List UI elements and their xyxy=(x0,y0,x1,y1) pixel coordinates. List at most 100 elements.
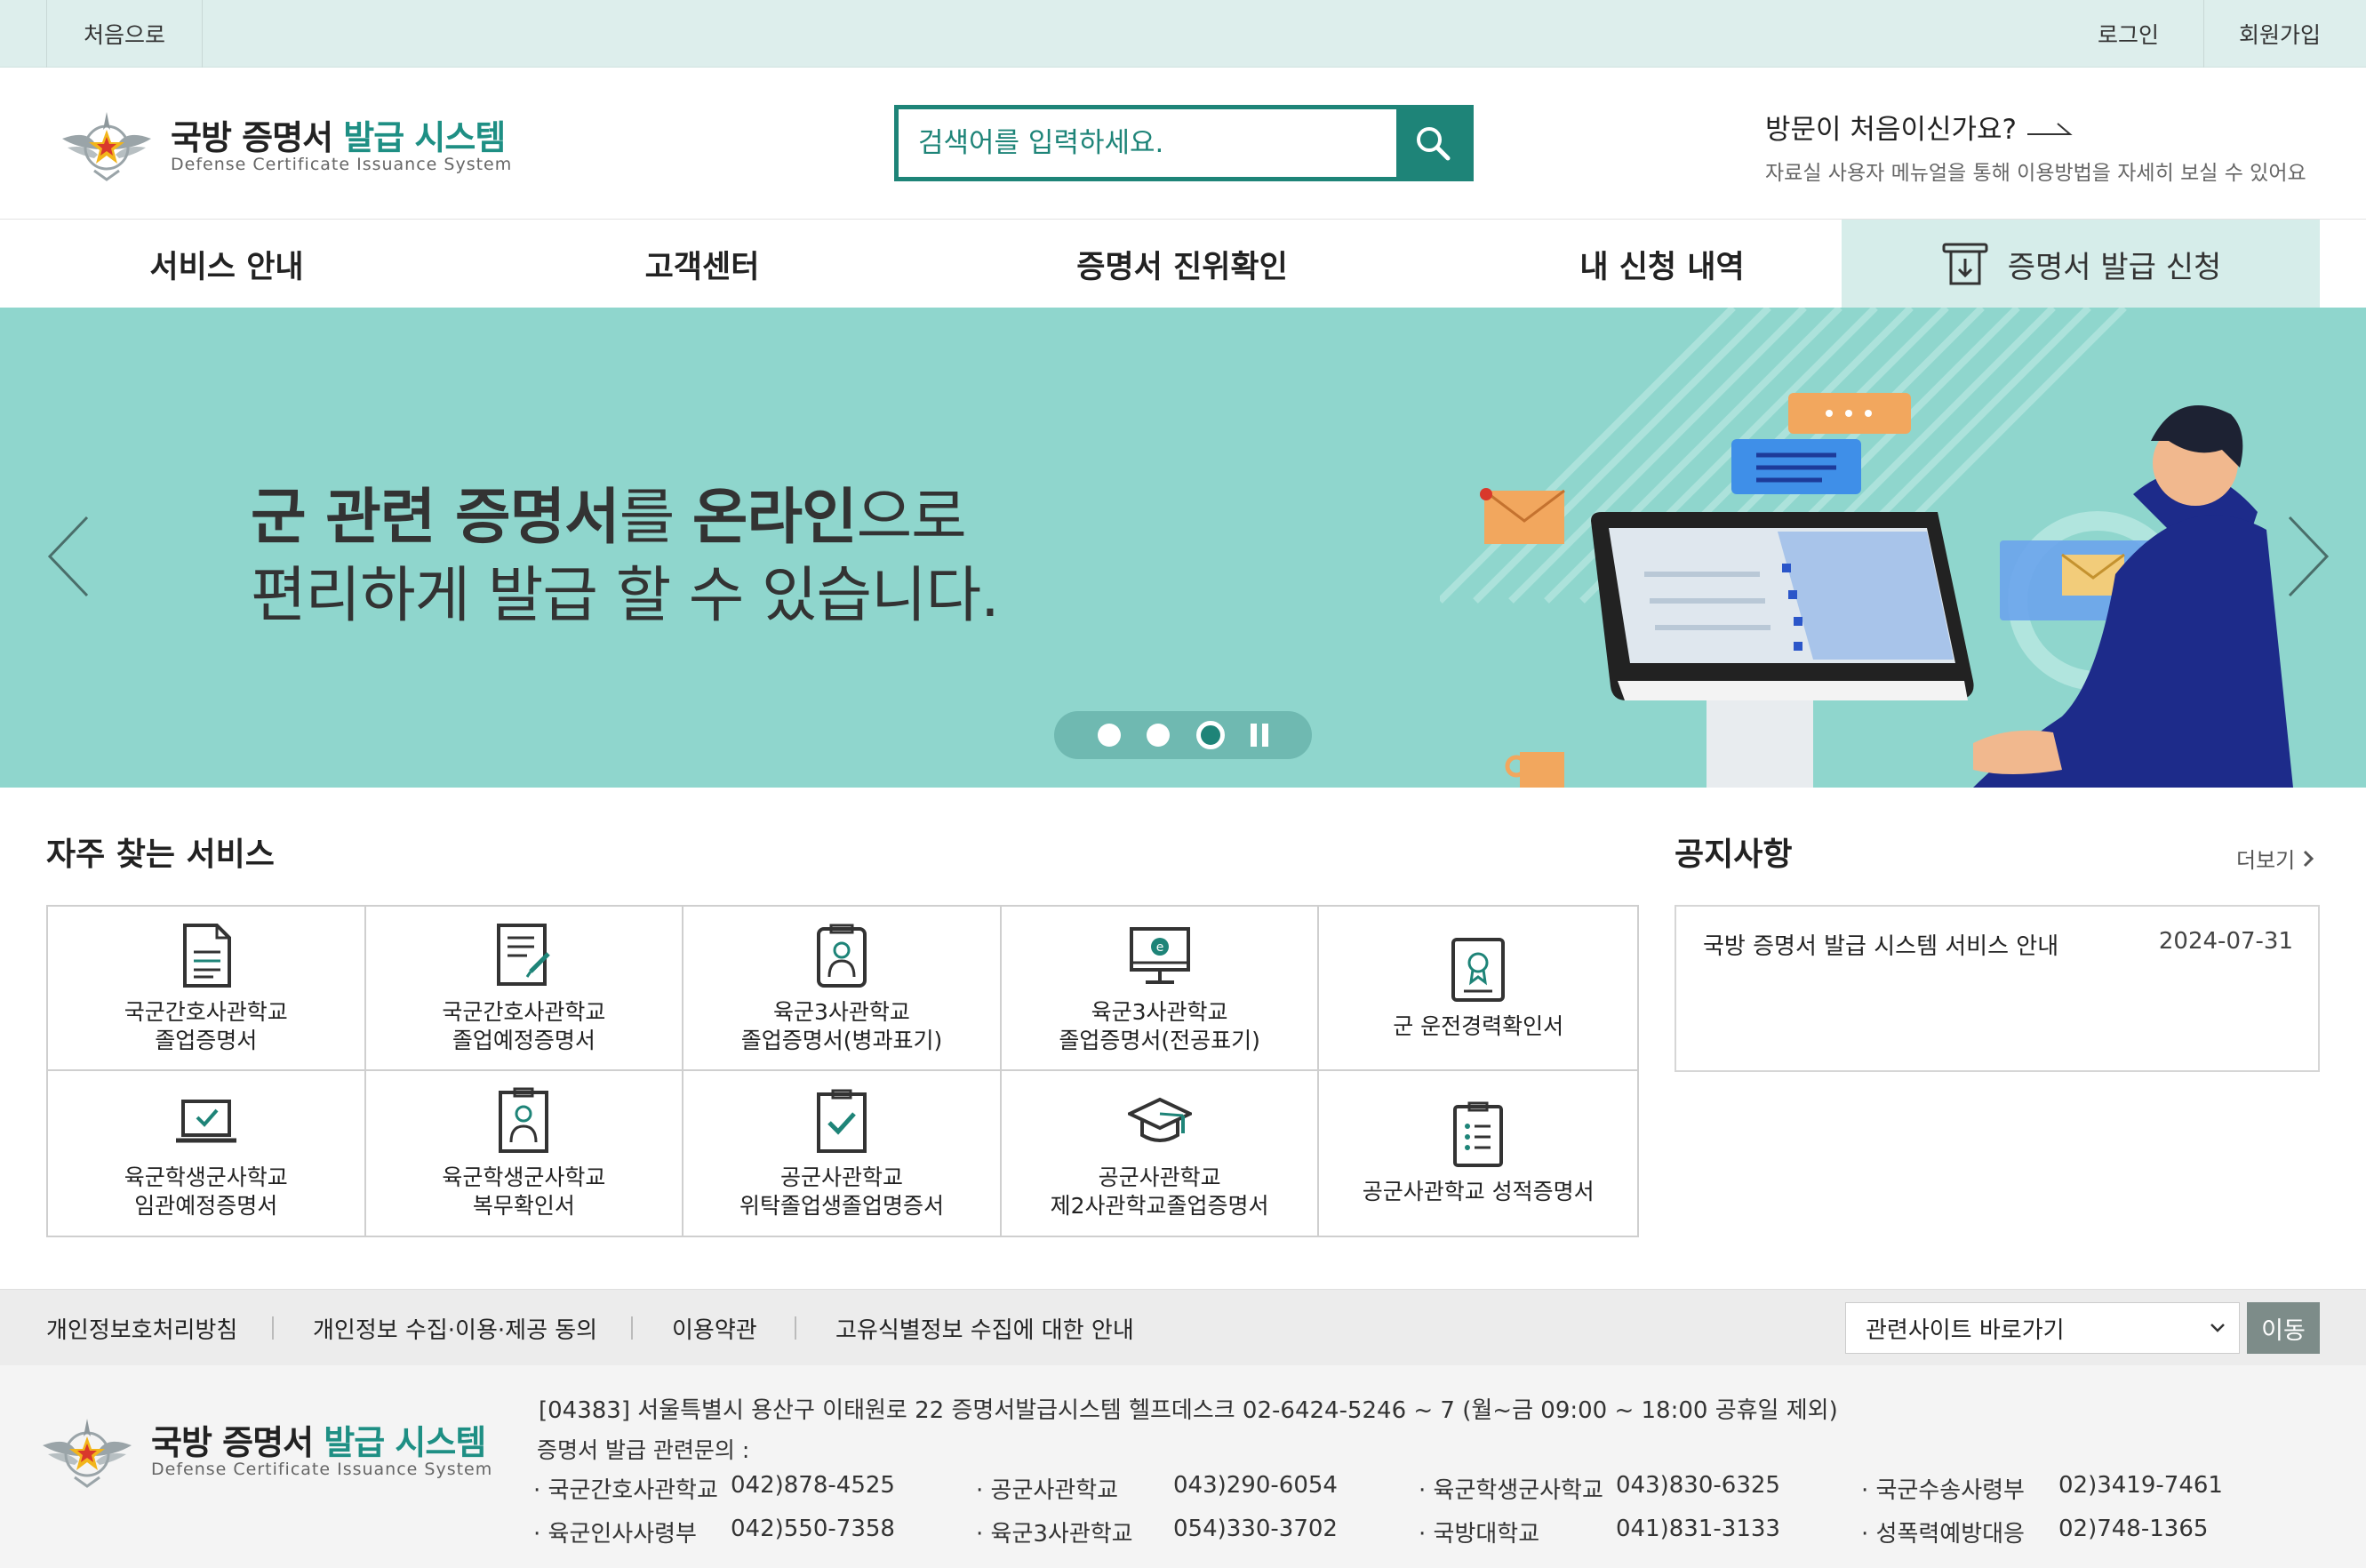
search-icon xyxy=(1417,127,1451,161)
monitor-icon: e xyxy=(1129,926,1190,984)
more-label: 더보기 xyxy=(2236,848,2296,873)
privacy-policy-link[interactable]: 개인정보호처리방침 xyxy=(46,1290,237,1366)
service-label: 육군3사관학교 졸업증명서(전공표기) xyxy=(1059,998,1260,1053)
service-item[interactable]: 공군사관학교 위탁졸업생졸업명증서 xyxy=(683,1071,1002,1236)
contact-item: · 육군3사관학교 054)330-3702 xyxy=(976,1516,1338,1548)
list-document-icon xyxy=(1453,1101,1504,1167)
contact-item: · 육군학생군사학교 043)830-6325 xyxy=(1419,1472,1780,1504)
banner-pagination xyxy=(1054,711,1312,759)
login-link[interactable]: 로그인 xyxy=(2053,0,2204,68)
search-bar xyxy=(894,105,1474,181)
service-item[interactable]: 군 운전경력확인서 xyxy=(1319,907,1637,1071)
person-card-icon xyxy=(499,1087,549,1153)
pause-icon[interactable] xyxy=(1250,724,1268,747)
service-item[interactable]: 국군간호사관학교 졸업증명서 xyxy=(48,907,366,1071)
contact-item: · 국방대학교 041)831-3133 xyxy=(1419,1516,1780,1548)
laptop-check-icon xyxy=(175,1099,236,1142)
notice-item-title[interactable]: 국방 증명서 발급 시스템 서비스 안내 xyxy=(1703,928,2058,961)
main-nav: 서비스 안내 고객센터 증명서 진위확인 내 신청 내역 증명서 발급 신청 xyxy=(0,219,2366,308)
footer-logo-subtitle: Defense Certificate Issuance System xyxy=(151,1460,493,1479)
notice-title: 공지사항 xyxy=(1675,836,1793,873)
service-label: 육군3사관학교 졸업증명서(병과표기) xyxy=(740,998,943,1053)
terms-link[interactable]: 이용약관 xyxy=(672,1290,757,1366)
logo-title: 국방 증명서 발급 시스템 xyxy=(171,118,506,157)
chevron-right-icon xyxy=(2304,850,2314,867)
service-label: 국군간호사관학교 졸업예정증명서 xyxy=(442,998,606,1053)
link-separator xyxy=(795,1316,796,1340)
service-label: 육군학생군사학교 복무확인서 xyxy=(442,1164,606,1219)
banner-dot-3[interactable] xyxy=(1195,721,1225,749)
first-visit-guide[interactable]: 방문이 처음이신가요? 자료실 사용자 메뉴얼을 통해 이용방법을 자세히 보실… xyxy=(1765,107,2334,186)
site-logo[interactable]: 국방 증명서 발급 시스템 Defense Certificate Issuan… xyxy=(59,103,521,183)
unique-id-info-link[interactable]: 고유식별정보 수집에 대한 안내 xyxy=(835,1290,1134,1366)
banner-headline-2: 편리하게 발급 할 수 있습니다. xyxy=(251,561,1000,631)
certificate-icon xyxy=(1451,937,1506,1002)
service-item[interactable]: 공군사관학교 성적증명서 xyxy=(1319,1071,1637,1236)
frequent-services-title: 자주 찾는 서비스 xyxy=(46,836,275,873)
document-pen-icon xyxy=(497,923,551,986)
privacy-consent-link[interactable]: 개인정보 수집·이용·제공 동의 xyxy=(313,1290,597,1366)
service-label: 공군사관학교 위탁졸업생졸업명증서 xyxy=(739,1164,944,1219)
search-input[interactable] xyxy=(899,109,1396,177)
nav-service-info[interactable]: 서비스 안내 xyxy=(53,220,400,308)
service-label: 군 운전경력확인서 xyxy=(1393,1012,1564,1039)
footer-logo: 국방 증명서 발급 시스템 Defense Certificate Issuan… xyxy=(39,1410,501,1490)
footer-logo-title: 국방 증명서 발급 시스템 xyxy=(151,1423,486,1462)
banner-illustration xyxy=(1440,308,2293,788)
badge-icon xyxy=(816,924,867,988)
service-item[interactable]: 공군사관학교 제2사관학교졸업증명서 xyxy=(1002,1071,1320,1236)
banner-prev-arrow-icon[interactable] xyxy=(43,512,96,601)
link-separator xyxy=(272,1316,274,1340)
service-label: 육군학생군사학교 임관예정증명서 xyxy=(124,1164,288,1219)
service-label: 공군사관학교 제2사관학교졸업증명서 xyxy=(1050,1164,1269,1219)
site-header: 국방 증명서 발급 시스템 Defense Certificate Issuan… xyxy=(0,68,2366,219)
frequent-services-grid: 국군간호사관학교 졸업증명서 국군간호사관학교 졸업예정증명서 육군3사관학교 … xyxy=(46,905,1639,1237)
contact-item: · 국군수송사령부 02)3419-7461 xyxy=(1861,1472,2223,1504)
document-icon xyxy=(182,923,231,988)
nav-certificate-verify[interactable]: 증명서 진위확인 xyxy=(1004,220,1360,308)
nav-my-applications[interactable]: 내 신청 내역 xyxy=(1493,220,1831,308)
nav-apply-label: 증명서 발급 신청 xyxy=(2007,249,2222,285)
notice-more-link[interactable]: 더보기 xyxy=(2236,843,2314,874)
service-label: 공군사관학교 성적증명서 xyxy=(1362,1178,1595,1204)
nav-customer-center[interactable]: 고객센터 xyxy=(533,220,871,308)
banner-dot-2[interactable] xyxy=(1147,724,1171,747)
service-item[interactable]: 육군학생군사학교 복무확인서 xyxy=(366,1071,684,1236)
contact-item: · 성폭력예방대응 02)748-1365 xyxy=(1861,1516,2209,1548)
banner-headline-1: 군 관련 증명서를 온라인으로 xyxy=(251,483,967,553)
chevron-down-icon xyxy=(2210,1324,2225,1332)
search-button[interactable] xyxy=(1396,109,1469,177)
arrow-right-icon xyxy=(2027,122,2073,135)
service-label: 국군간호사관학교 졸업증명서 xyxy=(124,998,288,1053)
home-link[interactable]: 처음으로 xyxy=(46,0,203,68)
service-item[interactable]: 국군간호사관학교 졸업예정증명서 xyxy=(365,907,684,1071)
hero-banner: 군 관련 증명서를 온라인으로 편리하게 발급 할 수 있습니다. xyxy=(0,308,2366,788)
graduation-cap-icon xyxy=(1127,1097,1192,1142)
banner-dot-1[interactable] xyxy=(1098,724,1122,747)
footer-links-bar: 개인정보호처리방침 개인정보 수집·이용·제공 동의 이용약관 고유식별정보 수… xyxy=(0,1289,2366,1365)
notice-list: 국방 증명서 발급 시스템 서비스 안내 2024-07-31 xyxy=(1675,905,2320,1072)
svg-text:e: e xyxy=(1155,940,1163,955)
defense-emblem-icon xyxy=(43,1419,132,1488)
related-sites-select[interactable]: 관련사이트 바로가기 xyxy=(1845,1302,2240,1354)
service-item[interactable]: 육군학생군사학교 임관예정증명서 xyxy=(48,1071,366,1236)
select-value: 관련사이트 바로가기 xyxy=(1866,1316,2065,1344)
service-item[interactable]: 육군3사관학교 졸업증명서(병과표기) xyxy=(683,907,1002,1071)
footer-contacts: · 국군간호사관학교 042)878-4525 · 공군사관학교 043)290-6… xyxy=(533,1472,2346,1548)
contact-item: · 육군인사사령부 042)550-7358 xyxy=(533,1516,895,1548)
join-link[interactable]: 회원가입 xyxy=(2204,0,2355,68)
contact-item: · 국군간호사관학교 042)878-4525 xyxy=(533,1472,895,1504)
nav-apply-certificate[interactable]: 증명서 발급 신청 xyxy=(1842,220,2320,308)
link-separator xyxy=(631,1316,633,1340)
go-button[interactable]: 이동 xyxy=(2247,1302,2320,1354)
logo-subtitle: Defense Certificate Issuance System xyxy=(171,155,513,174)
notice-item-date: 2024-07-31 xyxy=(2158,928,2293,955)
footer-address: [04383] 서울특별시 용산구 이태원로 22 증명서발급시스템 헬프데스크… xyxy=(539,1397,1838,1424)
defense-emblem-icon xyxy=(62,112,151,181)
contact-item: · 공군사관학교 043)290-6054 xyxy=(976,1472,1338,1504)
top-utility-bar: 처음으로 로그인 회원가입 xyxy=(0,0,2366,68)
banner-next-arrow-icon[interactable] xyxy=(2281,512,2334,601)
visit-question: 방문이 처음이신가요? xyxy=(1765,107,2334,147)
service-item[interactable]: e 육군3사관학교 졸업증명서(전공표기) xyxy=(1001,907,1320,1071)
download-tray-icon xyxy=(1942,243,1988,285)
